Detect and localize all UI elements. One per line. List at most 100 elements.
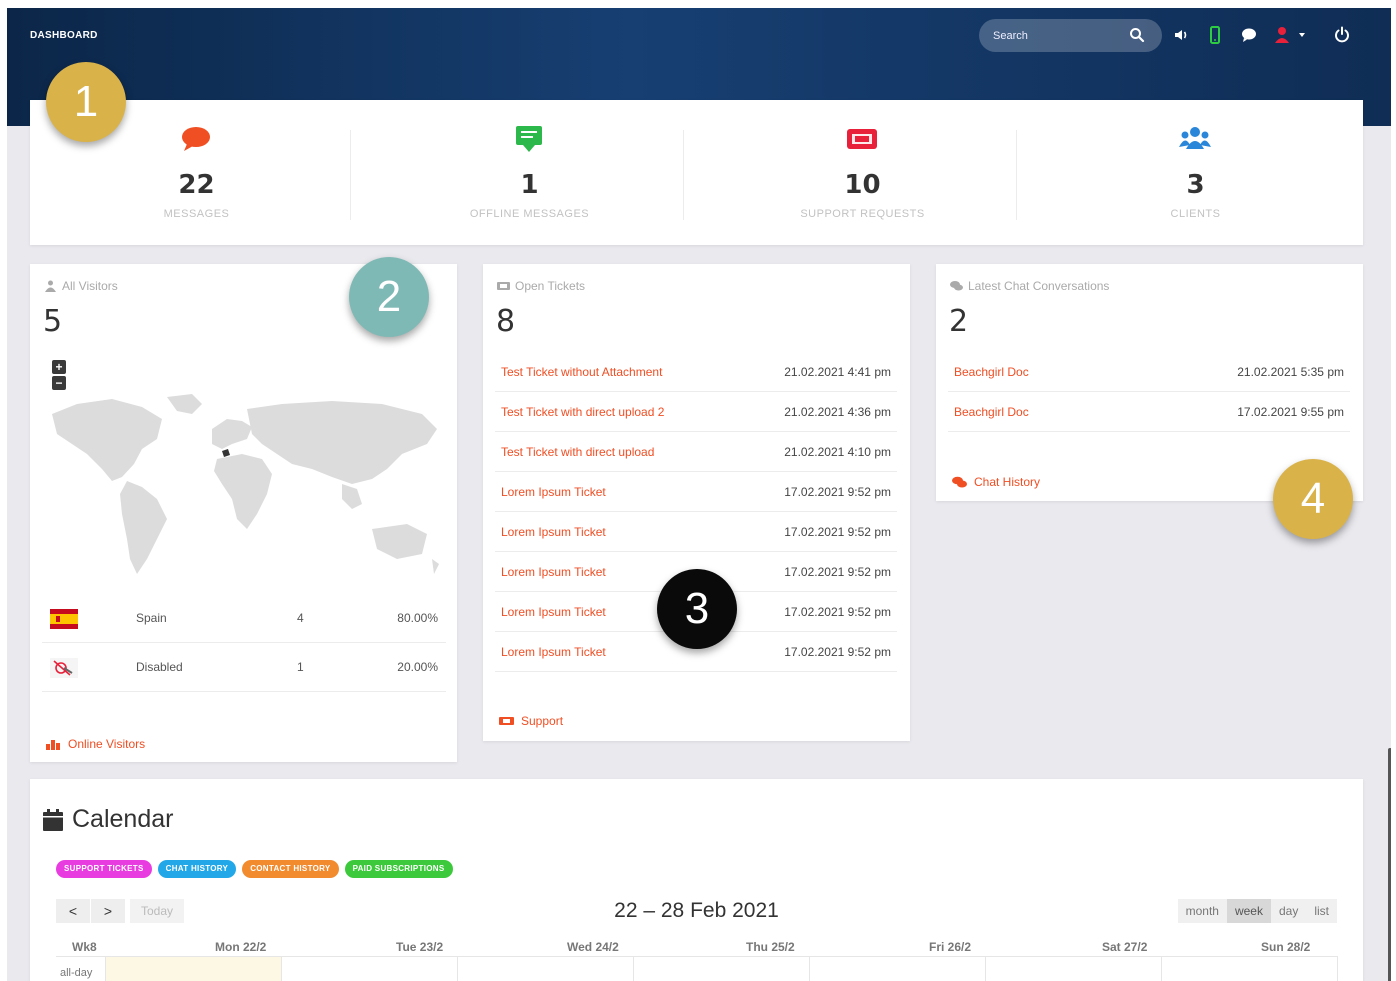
- visitor-country: Disabled: [136, 660, 183, 674]
- ticket-title[interactable]: Lorem Ipsum Ticket: [501, 485, 606, 499]
- allday-label: all-day: [60, 967, 93, 979]
- chat-title[interactable]: Beachgirl Doc: [954, 405, 1029, 419]
- stat-offline-messages[interactable]: 1 OFFLINE MESSAGES: [363, 100, 696, 245]
- day-header[interactable]: Sat 27/2: [1102, 940, 1147, 954]
- ticket-row[interactable]: Lorem Ipsum Ticket 17.02.2021 9:52 pm: [495, 472, 897, 512]
- stats-card: 22 MESSAGES 1 OFFLINE MESSAGES 10 SUPPOR…: [30, 100, 1363, 245]
- bar-chart-icon: [46, 740, 60, 750]
- ticket-icon: [499, 717, 514, 725]
- day-header[interactable]: Mon 22/2: [215, 940, 266, 954]
- stat-value: 22: [178, 170, 215, 200]
- page-scrollbar[interactable]: [1388, 748, 1391, 981]
- ticket-count: 8: [496, 304, 516, 339]
- grid-line: [457, 957, 458, 981]
- ticket-title[interactable]: Test Ticket with direct upload: [501, 445, 654, 459]
- callout-badge-4: 4: [1273, 459, 1353, 539]
- map-zoom-out-button[interactable]: −: [52, 376, 66, 390]
- week-number: Wk8: [72, 940, 97, 954]
- ticket-title[interactable]: Lorem Ipsum Ticket: [501, 525, 606, 539]
- panel-title: Open Tickets: [515, 279, 586, 293]
- view-month-button[interactable]: month: [1177, 899, 1227, 923]
- search-icon[interactable]: [1129, 27, 1145, 43]
- tag-support-tickets[interactable]: SUPPORT TICKETS: [56, 860, 152, 878]
- map-zoom-in-button[interactable]: +: [52, 360, 66, 374]
- grid-line: [809, 957, 810, 981]
- support-link[interactable]: Support: [499, 714, 563, 728]
- ticket-icon: [847, 129, 877, 149]
- grid-line: [1337, 957, 1338, 981]
- ticket-date: 17.02.2021 9:52 pm: [784, 565, 891, 579]
- chat-icon[interactable]: [1239, 25, 1259, 45]
- grid-line: [633, 957, 634, 981]
- ticket-title[interactable]: Test Ticket with direct upload 2: [501, 405, 664, 419]
- allday-cell-today[interactable]: [105, 957, 281, 981]
- panel-header: Latest Chat Conversations: [950, 279, 1109, 293]
- ticket-date: 17.02.2021 9:52 pm: [784, 645, 891, 659]
- tag-contact-history[interactable]: CONTACT HISTORY: [242, 860, 339, 878]
- ticket-date: 21.02.2021 4:10 pm: [784, 445, 891, 459]
- view-week-button[interactable]: week: [1226, 899, 1271, 923]
- stat-label: OFFLINE MESSAGES: [469, 208, 590, 220]
- world-map[interactable]: [42, 389, 447, 589]
- stat-value: 1: [520, 170, 539, 200]
- link-label: Chat History: [974, 475, 1041, 489]
- view-day-button[interactable]: day: [1270, 899, 1307, 923]
- volume-icon[interactable]: [1172, 25, 1192, 45]
- chat-count: 2: [949, 304, 969, 339]
- chat-row[interactable]: Beachgirl Doc 21.02.2021 5:35 pm: [948, 352, 1350, 392]
- stat-support-requests[interactable]: 10 SUPPORT REQUESTS: [696, 100, 1029, 245]
- view-list-button[interactable]: list: [1306, 899, 1337, 923]
- day-header[interactable]: Tue 23/2: [396, 940, 443, 954]
- visitor-count: 5: [43, 304, 63, 339]
- calendar-title-text: Calendar: [72, 805, 174, 833]
- divider: [683, 130, 684, 220]
- calendar-card: Calendar SUPPORT TICKETS CHAT HISTORY CO…: [30, 779, 1363, 981]
- visitor-row-disabled[interactable]: Disabled 1 20.00%: [42, 643, 446, 692]
- search-box[interactable]: [979, 19, 1162, 52]
- users-icon: [1179, 127, 1211, 149]
- ticket-date: 21.02.2021 4:41 pm: [784, 365, 891, 379]
- day-header[interactable]: Sun 28/2: [1261, 940, 1310, 954]
- day-header[interactable]: Fri 26/2: [929, 940, 971, 954]
- chat-row[interactable]: Beachgirl Doc 17.02.2021 9:55 pm: [948, 392, 1350, 432]
- ticket-row[interactable]: Test Ticket without Attachment 21.02.202…: [495, 352, 897, 392]
- comments-icon: [952, 476, 967, 488]
- mobile-phone-icon[interactable]: [1205, 25, 1225, 45]
- day-header[interactable]: Wed 24/2: [567, 940, 619, 954]
- disabled-icon: [50, 658, 78, 678]
- visitor-country-percent: 80.00%: [397, 611, 438, 625]
- ticket-row[interactable]: Lorem Ipsum Ticket 17.02.2021 9:52 pm: [495, 512, 897, 552]
- chat-title[interactable]: Beachgirl Doc: [954, 365, 1029, 379]
- chat-history-link[interactable]: Chat History: [952, 475, 1040, 489]
- ticket-date: 21.02.2021 4:36 pm: [784, 405, 891, 419]
- calendar-view-switcher: month week day list: [1177, 899, 1337, 923]
- stat-clients[interactable]: 3 CLIENTS: [1029, 100, 1362, 245]
- online-visitors-link[interactable]: Online Visitors: [46, 737, 145, 751]
- power-icon[interactable]: [1332, 25, 1352, 45]
- callout-badge-3: 3: [657, 569, 737, 649]
- visitor-row-spain[interactable]: Spain 4 80.00%: [42, 594, 446, 643]
- calendar-header-row: Wk8 Mon 22/2 Tue 23/2 Wed 24/2 Thu 25/2 …: [56, 935, 1338, 957]
- panel-title: Latest Chat Conversations: [968, 279, 1110, 293]
- panel-header: All Visitors: [44, 279, 118, 293]
- open-tickets-panel: Open Tickets 8 Test Ticket without Attac…: [483, 264, 910, 741]
- ticket-title[interactable]: Lorem Ipsum Ticket: [501, 565, 606, 579]
- ticket-row[interactable]: Test Ticket with direct upload 21.02.202…: [495, 432, 897, 472]
- tag-chat-history[interactable]: CHAT HISTORY: [157, 860, 237, 878]
- day-header[interactable]: Thu 25/2: [746, 940, 795, 954]
- link-label: Support: [521, 714, 564, 728]
- divider: [350, 130, 351, 220]
- ticket-title[interactable]: Lorem Ipsum Ticket: [501, 605, 606, 619]
- user-menu-icon[interactable]: [1273, 25, 1307, 45]
- visitors-panel: All Visitors 5 + − Spain 4 80.00% Disabl…: [30, 264, 457, 762]
- chat-bubble-icon: [182, 127, 210, 151]
- message-icon: [516, 126, 542, 152]
- calendar-title: Calendar: [42, 805, 173, 834]
- visitor-country-count: 4: [297, 611, 304, 625]
- ticket-row[interactable]: Test Ticket with direct upload 2 21.02.2…: [495, 392, 897, 432]
- ticket-title[interactable]: Lorem Ipsum Ticket: [501, 645, 606, 659]
- search-input[interactable]: [993, 28, 1123, 44]
- ticket-title[interactable]: Test Ticket without Attachment: [501, 365, 662, 379]
- tag-paid-subscriptions[interactable]: PAID SUBSCRIPTIONS: [344, 860, 453, 878]
- ticket-icon: [497, 282, 510, 290]
